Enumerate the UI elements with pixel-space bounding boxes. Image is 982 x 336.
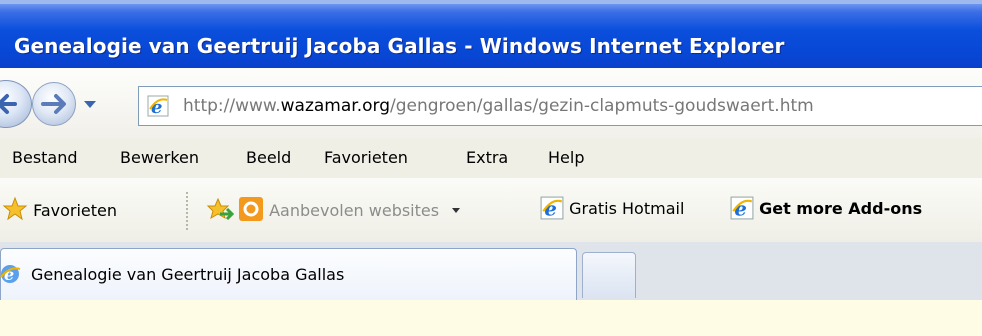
back-button[interactable] (0, 80, 32, 128)
tab-strip: e Genealogie van Geertruij Jacoba Gallas (0, 242, 982, 301)
menu-help[interactable]: Help (548, 148, 584, 167)
tab-title: Genealogie van Geertruij Jacoba Gallas (31, 265, 345, 284)
toolbar-separator (186, 192, 188, 230)
favorites-label: Favorieten (33, 201, 118, 220)
navigation-bar: e http://www.wazamar.org/gengroen/gallas… (0, 68, 982, 139)
url-text: http://www.wazamar.org/gengroen/gallas/g… (183, 96, 814, 116)
back-arrow-icon (0, 94, 17, 114)
forward-arrow-icon (41, 94, 66, 114)
add-to-favorites-icon[interactable] (206, 196, 234, 224)
window-title: Genealogie van Geertruij Jacoba Gallas -… (14, 34, 785, 58)
menu-beeld[interactable]: Beeld (246, 148, 291, 167)
menu-bar: Bestand Bewerken Beeld Favorieten Extra … (0, 138, 982, 179)
forward-button[interactable] (32, 82, 76, 126)
gratis-hotmail-link[interactable]: e Gratis Hotmail (540, 196, 685, 221)
address-bar[interactable]: e http://www.wazamar.org/gengroen/gallas… (138, 86, 982, 126)
page-content (0, 300, 982, 336)
ie-page-icon: e (730, 196, 754, 221)
ie-tab-icon: e (0, 263, 21, 285)
menu-favorieten[interactable]: Favorieten (324, 148, 408, 167)
ie-page-icon: e (147, 95, 169, 118)
gratis-hotmail-label: Gratis Hotmail (569, 199, 685, 218)
favorites-bar: Favorieten Aanbevolen websites e Gratis … (0, 178, 982, 243)
recent-pages-dropdown-icon[interactable] (82, 96, 98, 112)
chevron-down-icon (452, 208, 461, 213)
favorites-button[interactable]: Favorieten (2, 196, 117, 222)
favorites-star-icon (2, 196, 28, 221)
ie-page-icon: e (540, 196, 564, 221)
get-more-addons-label: Get more Add-ons (759, 199, 923, 218)
menu-bewerken[interactable]: Bewerken (120, 148, 199, 167)
tab-active[interactable]: e Genealogie van Geertruij Jacoba Gallas (0, 248, 577, 300)
suggested-sites-label: Aanbevolen websites (269, 201, 440, 220)
get-more-addons-link[interactable]: e Get more Add-ons (730, 196, 923, 221)
menu-bestand[interactable]: Bestand (12, 148, 78, 167)
menu-extra[interactable]: Extra (466, 148, 508, 167)
title-bar: Genealogie van Geertruij Jacoba Gallas -… (0, 0, 982, 68)
suggested-sites-button[interactable]: Aanbevolen websites (238, 196, 462, 222)
new-tab-button[interactable] (582, 252, 636, 298)
suggested-sites-icon (239, 197, 263, 221)
